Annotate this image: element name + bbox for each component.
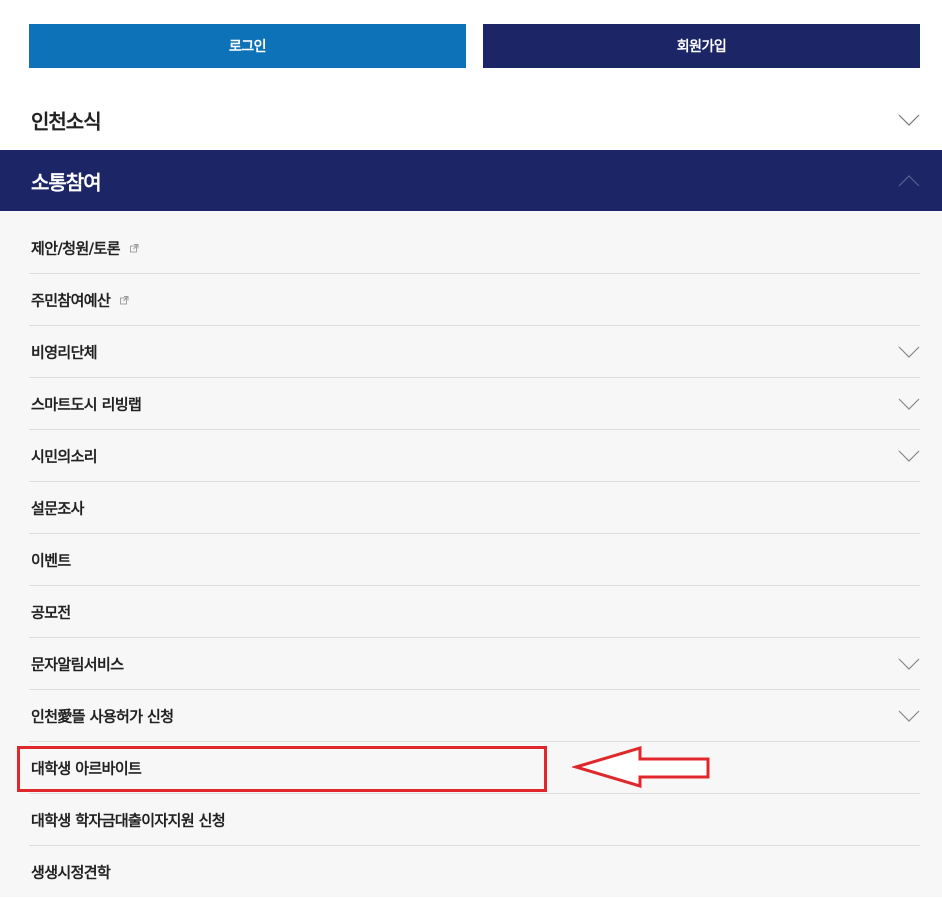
submenu-item-label: 생생시정견학 bbox=[31, 863, 111, 882]
signup-button[interactable]: 회원가입 bbox=[483, 24, 920, 68]
external-link-icon bbox=[120, 295, 129, 304]
chevron-down-icon bbox=[898, 658, 920, 670]
submenu-item-city-hall-tour[interactable]: 생생시정견학 bbox=[29, 846, 920, 898]
submenu-item-sms-service[interactable]: 문자알림서비스 bbox=[29, 638, 920, 690]
chevron-up-icon bbox=[898, 174, 920, 186]
submenu-item-label: 이벤트 bbox=[31, 551, 71, 569]
section-title: 소통참여 bbox=[31, 170, 102, 194]
chevron-down-icon bbox=[898, 346, 920, 358]
chevron-down-icon bbox=[898, 710, 920, 722]
highlight-box-annotation bbox=[17, 746, 547, 792]
submenu-item-citizen-voice[interactable]: 시민의소리 bbox=[29, 430, 920, 482]
submenu-item-smart-city-living-lab[interactable]: 스마트도시 리빙랩 bbox=[29, 378, 920, 430]
submenu-item-incheon-garden-permit[interactable]: 인천愛뜰 사용허가 신청 bbox=[29, 690, 920, 742]
submenu-item-student-loan-interest-support[interactable]: 대학생 학자금대출이자지원 신청 bbox=[29, 794, 920, 846]
submenu-item-nonprofit[interactable]: 비영리단체 bbox=[29, 326, 920, 378]
submenu-item-participatory-budget[interactable]: 주민참여예산 bbox=[29, 274, 920, 326]
submenu-item-label: 스마트도시 리빙랩 bbox=[31, 395, 142, 413]
submenu-item-label: 제안/청원/토론 bbox=[31, 239, 121, 257]
submenu-item-event[interactable]: 이벤트 bbox=[29, 534, 920, 586]
submenu-item-label: 문자알림서비스 bbox=[31, 655, 124, 673]
chevron-down-icon bbox=[898, 398, 920, 410]
chevron-down-icon bbox=[898, 114, 920, 126]
external-link-icon bbox=[130, 243, 139, 252]
login-button[interactable]: 로그인 bbox=[29, 24, 466, 68]
section-title: 인천소식 bbox=[31, 109, 102, 134]
submenu-item-label: 주민참여예산 bbox=[31, 291, 111, 309]
submenu-item-label: 설문조사 bbox=[31, 499, 84, 517]
chevron-down-icon bbox=[898, 450, 920, 462]
submenu-item-contest[interactable]: 공모전 bbox=[29, 586, 920, 638]
submenu-item-proposal-petition[interactable]: 제안/청원/토론 bbox=[29, 222, 920, 274]
submenu-item-label: 공모전 bbox=[31, 603, 71, 621]
menu-section-incheon-news[interactable]: 인천소식 bbox=[0, 92, 942, 148]
left-arrow-annotation-icon bbox=[572, 745, 710, 789]
submenu-item-label: 인천愛뜰 사용허가 신청 bbox=[31, 707, 174, 725]
menu-section-communication[interactable]: 소통참여 bbox=[0, 150, 942, 211]
submenu-item-survey[interactable]: 설문조사 bbox=[29, 482, 920, 534]
submenu-item-label: 비영리단체 bbox=[31, 343, 98, 361]
submenu-item-label: 대학생 학자금대출이자지원 신청 bbox=[31, 811, 226, 829]
submenu-item-label: 시민의소리 bbox=[31, 447, 98, 465]
